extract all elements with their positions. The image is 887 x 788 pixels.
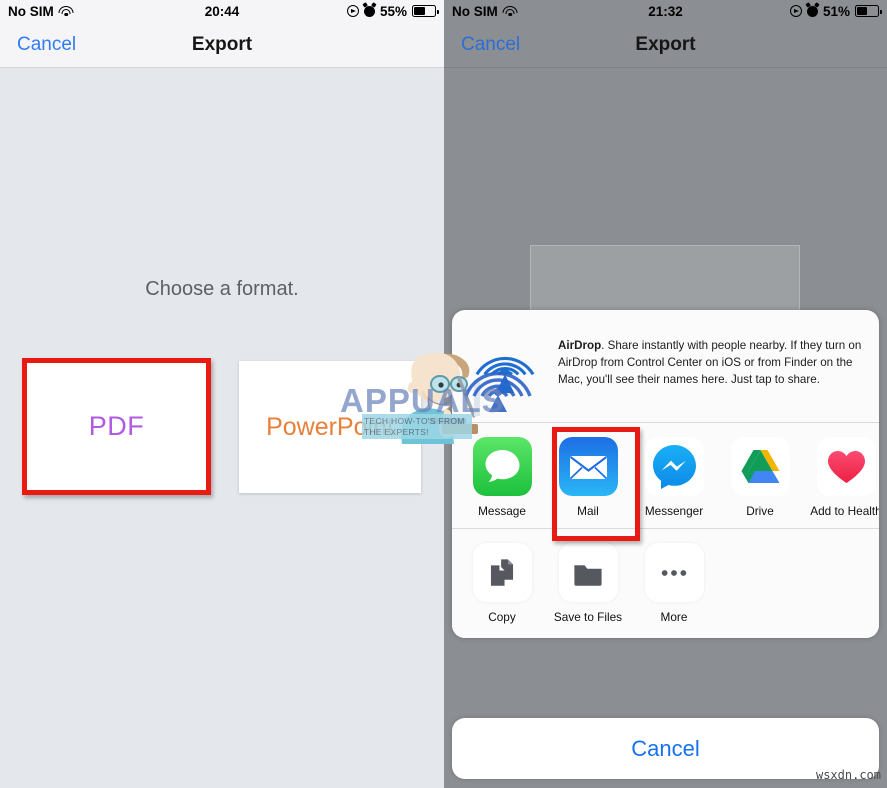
mail-icon [558,437,618,496]
wifi-icon [58,5,74,17]
google-drive-icon [730,437,790,496]
ellipsis-icon [644,543,704,602]
share-target-add-to-health-label: Add to Health [810,504,879,518]
navigation-bar: Cancel Export [444,22,887,68]
share-target-add-to-health[interactable]: Add to Health [803,437,879,518]
folder-icon [558,543,618,602]
status-bar: No SIM 20:44 55% [0,0,444,22]
airdrop-section[interactable]: AirDrop. Share instantly with people nea… [452,310,879,422]
share-target-mail[interactable]: Mail [545,437,631,518]
share-sheet: AirDrop. Share instantly with people nea… [452,310,879,638]
page-title: Export [191,33,253,55]
share-action-more[interactable]: More [631,543,717,624]
airdrop-icon [466,326,544,404]
messages-icon [472,437,532,496]
battery-icon [412,5,439,17]
status-bar-left: No SIM [8,4,74,19]
format-option-powerpoint[interactable]: PowerPoint [239,361,421,493]
choose-format-prompt: Choose a format. [145,278,299,300]
status-bar-right: 55% [346,3,439,19]
format-option-pdf[interactable]: PDF [22,358,211,495]
screenshot-root: No SIM 20:44 55% Cancel Export Choose a … [0,0,887,788]
share-app-row: Message Mail Messenger Drive Add to Heal… [452,423,879,541]
share-target-drive[interactable]: Drive [717,437,803,518]
page-title: Export [635,33,696,55]
share-action-copy-label: Copy [488,610,516,624]
status-bar: No SIM 21:32 51% [444,0,887,22]
share-target-message-label: Message [478,504,526,518]
battery-icon [855,5,882,17]
carrier-label: No SIM [8,3,54,19]
share-target-mail-label: Mail [577,504,599,518]
wifi-icon [502,5,518,17]
share-action-save-to-files-label: Save to Files [553,610,623,624]
left-screen-panel: No SIM 20:44 55% Cancel Export Choose a … [0,0,444,788]
share-target-message[interactable]: Message [459,437,545,518]
battery-percent-label: 55% [379,3,407,19]
document-preview-thumbnail [530,245,800,317]
navigation-bar: Cancel Export [0,22,444,68]
location-arrow-icon [789,5,802,17]
carrier-label: No SIM [452,3,498,19]
battery-percent-label: 51% [822,3,850,19]
status-bar-left: No SIM [452,4,518,19]
airdrop-title: AirDrop [558,339,602,352]
location-arrow-icon [346,5,359,17]
share-action-copy[interactable]: Copy [459,543,545,624]
alarm-clock-icon [363,5,375,17]
site-watermark: wsxdn.com [815,768,881,782]
share-target-messenger-label: Messenger [644,504,704,518]
share-action-save-to-files[interactable]: Save to Files [545,543,631,624]
format-option-powerpoint-label: PowerPoint [266,412,394,441]
airdrop-description: AirDrop. Share instantly with people nea… [558,326,865,404]
share-action-more-label: More [660,610,688,624]
alarm-clock-icon [806,5,818,17]
messenger-icon [644,437,704,496]
health-heart-icon [816,437,876,496]
status-bar-right: 51% [789,3,882,19]
airdrop-body: . Share instantly with people nearby. If… [558,339,862,386]
share-sheet-cancel-container: Cancel [452,718,879,779]
format-option-pdf-label: PDF [88,411,145,441]
right-screen-panel: No SIM 21:32 51% Cancel Export AirDrop. … [444,0,887,788]
copy-icon [472,543,532,602]
share-target-drive-label: Drive [746,504,774,518]
share-action-row: Copy Save to Files More [452,529,879,638]
share-sheet-cancel-button[interactable]: Cancel [452,718,879,779]
share-target-messenger[interactable]: Messenger [631,437,717,518]
